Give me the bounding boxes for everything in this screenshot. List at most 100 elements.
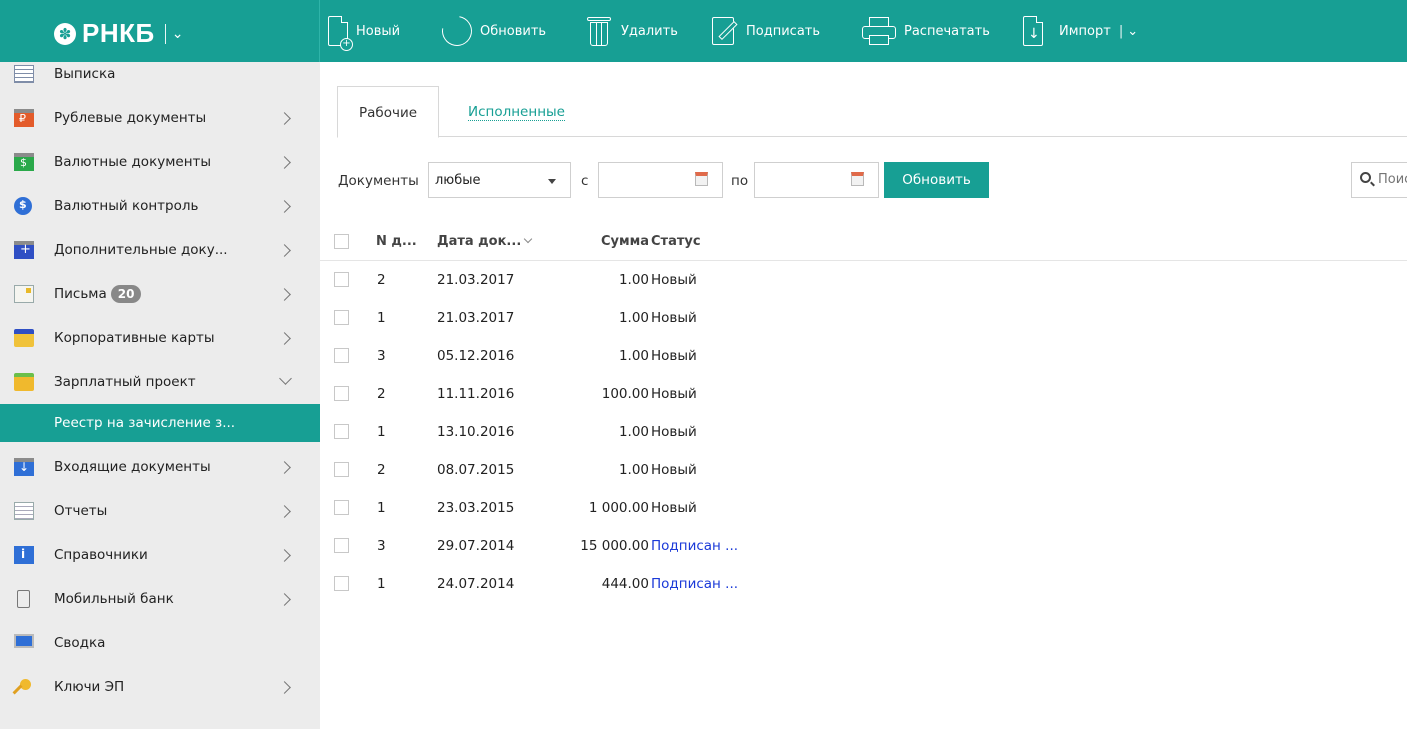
add-folder-icon [14,241,34,259]
row-checkbox[interactable] [334,348,349,363]
search-box[interactable] [1351,162,1407,198]
sidebar-item-ruble-documents[interactable]: Рублевые документы [0,96,320,140]
documents-table: N д... Дата док... Сумма Статус 2 21.03.2… [320,223,1407,603]
chevron-right-icon [278,243,291,257]
sidebar-item-incoming-documents[interactable]: Входящие документы [0,445,320,489]
row-status: Новый [651,462,697,478]
chevron-down-icon[interactable]: ⌄ [172,26,184,42]
sidebar-item-label: Отчеты [54,503,108,519]
row-date: 11.11.2016 [437,386,515,402]
column-header-sum[interactable]: Сумма [601,234,649,249]
chevron-right-icon [278,155,291,169]
sidebar-item-label: Выписка [54,66,116,82]
sidebar-item-label: Мобильный банк [54,591,174,607]
new-button[interactable]: + Новый [328,0,400,62]
calendar-icon[interactable] [695,172,708,186]
refresh-toolbar-button[interactable]: Обновить [436,0,546,62]
row-status: Новый [651,386,697,402]
sidebar: Выписка Рублевые документы Валютные доку… [0,62,320,729]
row-number: 2 [377,386,386,402]
row-sum: 100.00 [601,386,649,402]
logo-text: РНКБ [82,18,155,48]
delete-button[interactable]: Удалить [587,0,678,62]
logo[interactable]: ✽ РНКБ ⌄ [54,18,183,49]
row-number: 1 [377,500,386,516]
column-header-date[interactable]: Дата док... [437,234,533,249]
table-row[interactable]: 1 23.03.2015 1 000.00 Новый [320,489,1407,527]
sidebar-item-letters[interactable]: Письма 20 [0,272,320,316]
table-row[interactable]: 1 13.10.2016 1.00 Новый [320,413,1407,451]
sidebar-item-reports[interactable]: Отчеты [0,489,320,533]
sidebar-item-salary-registry[interactable]: Реестр на зачисление з... [0,404,320,442]
sort-desc-icon [524,234,533,244]
sidebar-item-directories[interactable]: Справочники [0,533,320,577]
sidebar-item-corporate-cards[interactable]: Корпоративные карты [0,316,320,360]
row-number: 1 [377,310,386,326]
sidebar-item-label: Валютные документы [54,154,212,170]
row-date: 21.03.2017 [437,310,515,326]
dollar-folder-icon [14,153,34,171]
row-status[interactable]: Подписан ... [651,576,738,592]
documents-label: Документы [338,173,419,189]
documents-type-select[interactable]: любые [428,162,571,198]
sidebar-item-statement[interactable]: Выписка [0,52,320,96]
refresh-icon [436,10,478,52]
table-row[interactable]: 2 08.07.2015 1.00 Новый [320,451,1407,489]
row-checkbox[interactable] [334,500,349,515]
column-header-number[interactable]: N д... [376,234,417,249]
import-button[interactable]: ↓ Импорт | ⌄ [1023,0,1138,62]
row-checkbox[interactable] [334,424,349,439]
column-header-status[interactable]: Статус [651,234,701,249]
row-date: 08.07.2015 [437,462,515,478]
row-checkbox[interactable] [334,272,349,287]
logo-divider [164,23,166,44]
letters-label: Письма [54,286,107,302]
tab-completed[interactable]: Исполненные [447,86,586,138]
select-all-checkbox[interactable] [334,234,349,249]
print-button[interactable]: Распечатать [862,0,990,62]
new-button-label: Новый [356,23,401,39]
table-row[interactable]: 1 24.07.2014 444.00 Подписан ... [320,565,1407,603]
sidebar-item-mobile-bank[interactable]: Мобильный банк [0,577,320,621]
tab-completed-label: Исполненные [468,104,565,121]
sign-button[interactable]: Подписать [712,0,820,62]
sidebar-item-salary-project[interactable]: Зарплатный проект [0,360,320,404]
row-status: Новый [651,424,697,440]
row-checkbox[interactable] [334,386,349,401]
refresh-button[interactable]: Обновить [884,162,989,198]
date-from-input[interactable] [598,162,723,198]
table-row[interactable]: 2 11.11.2016 100.00 Новый [320,375,1407,413]
sidebar-item-summary[interactable]: Сводка [0,621,320,665]
row-status: Новый [651,310,697,326]
chevron-down-icon[interactable]: ⌄ [1127,24,1138,39]
sidebar-item-currency-documents[interactable]: Валютные документы [0,140,320,184]
sidebar-item-additional-documents[interactable]: Дополнительные доку... [0,228,320,272]
tab-working[interactable]: Рабочие [337,86,440,138]
date-to-input[interactable] [754,162,879,198]
row-checkbox[interactable] [334,462,349,477]
row-status: Новый [651,348,697,364]
sidebar-item-signature-keys[interactable]: Ключи ЭП [0,665,320,709]
sidebar-item-label: Сводка [54,635,106,651]
row-sum: 1 000.00 [588,500,649,516]
table-row[interactable]: 2 21.03.2017 1.00 Новый [320,261,1407,299]
row-checkbox[interactable] [334,576,349,591]
calendar-icon[interactable] [851,172,864,186]
sidebar-item-label: Валютный контроль [54,198,199,214]
info-book-icon [14,546,34,564]
row-date: 05.12.2016 [437,348,515,364]
table-row[interactable]: 3 05.12.2016 1.00 Новый [320,337,1407,375]
row-sum: 15 000.00 [580,538,649,554]
import-button-label: Импорт [1059,23,1111,39]
list-icon [14,65,34,83]
currency-search-icon [14,197,32,215]
row-checkbox[interactable] [334,538,349,553]
logo-mark-icon: ✽ [54,22,76,45]
table-row[interactable]: 1 21.03.2017 1.00 Новый [320,299,1407,337]
table-row[interactable]: 3 29.07.2014 15 000.00 Подписан ... [320,527,1407,565]
sidebar-item-label: Дополнительные доку... [54,242,228,258]
row-status[interactable]: Подписан ... [651,538,738,554]
search-input[interactable] [1378,172,1407,187]
row-checkbox[interactable] [334,310,349,325]
sidebar-item-currency-control[interactable]: Валютный контроль [0,184,320,228]
